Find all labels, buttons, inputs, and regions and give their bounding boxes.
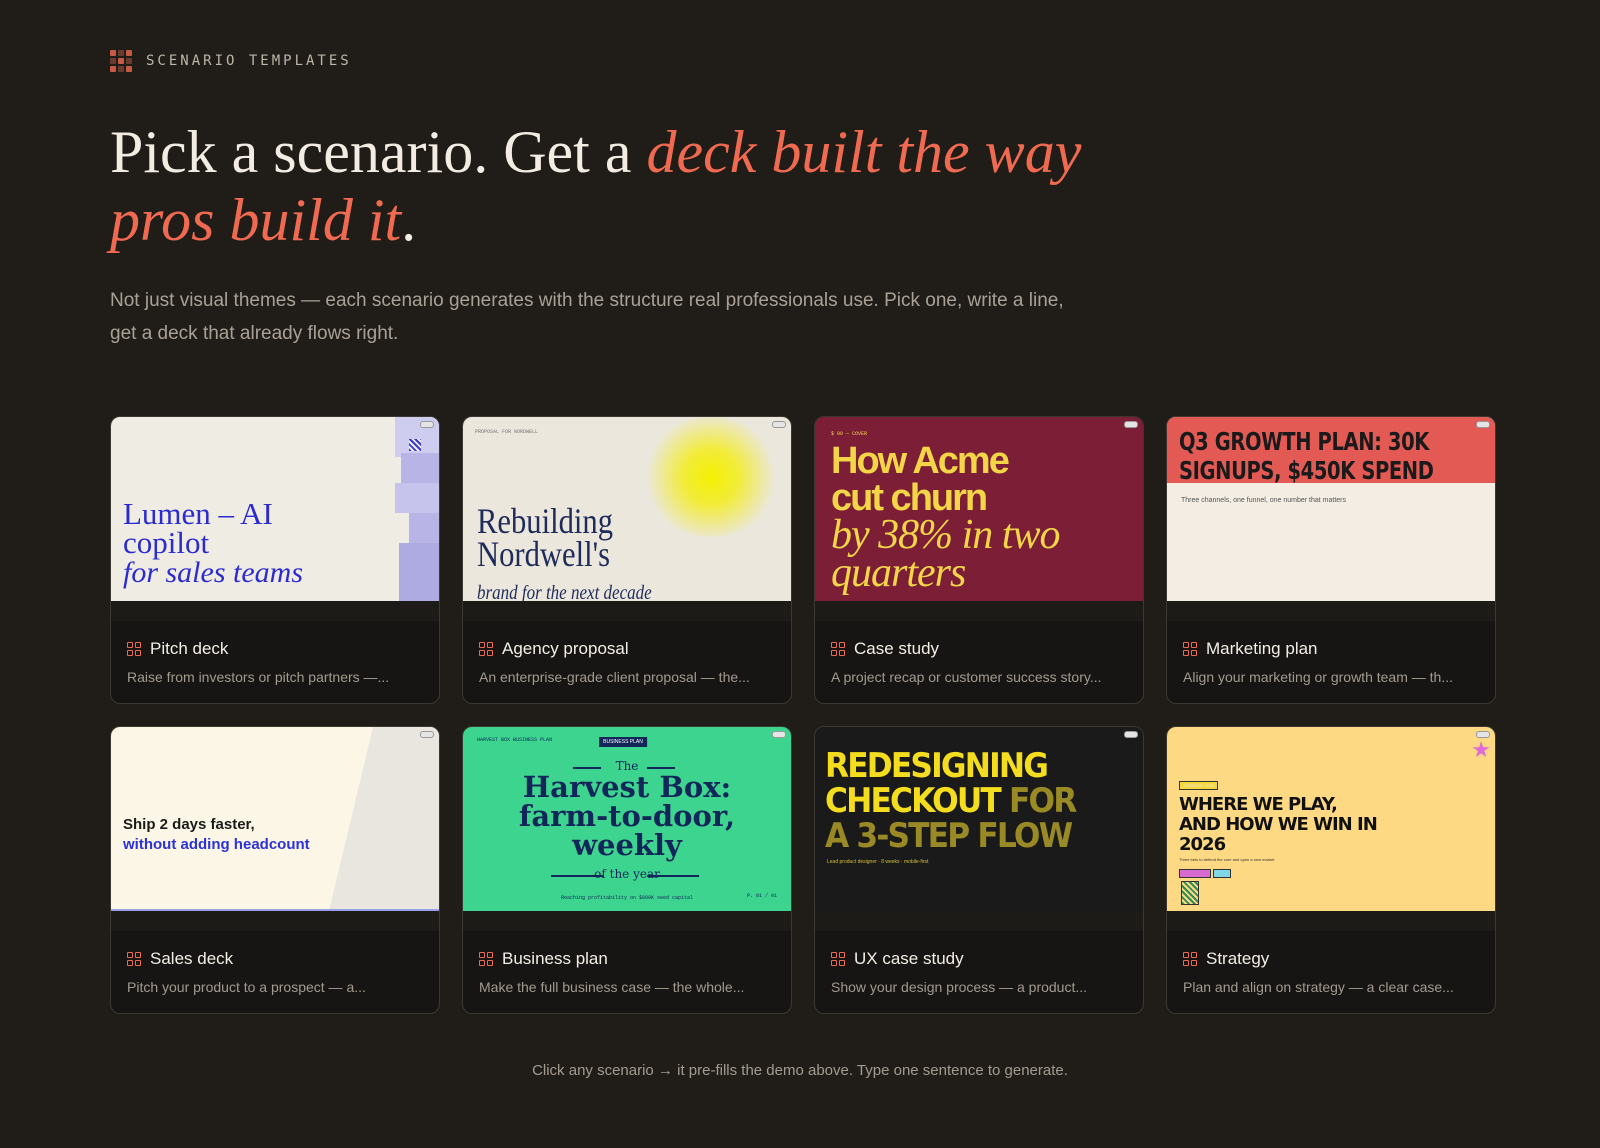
pill-icon <box>772 731 786 738</box>
scenario-card-business-plan[interactable]: HARVEST BOX BUSINESS PLAN BUSINESS PLAN … <box>462 726 792 1014</box>
preview-subtitle: Three channels, one funnel, one number t… <box>1181 497 1346 504</box>
section-eyebrow: SCENARIO TEMPLATES <box>110 50 352 72</box>
preview-tag: STRATEGY 2026 <box>1179 781 1219 790</box>
card-title: Marketing plan <box>1206 639 1318 658</box>
card-title: Strategy <box>1206 949 1270 968</box>
marketing-plan-preview: Q3 GROWTH PLAN: 30K SIGNUPS, $450K SPEND… <box>1167 417 1495 601</box>
preview-title: How Acme cut churn by 38% in two quarter… <box>831 440 1060 596</box>
page-headline: Pick a scenario. Get a deck built the wa… <box>110 118 1110 254</box>
preview-title: Harvest Box: farm-to-door, weekly <box>518 770 736 862</box>
scenario-card-ux-case-study[interactable]: REDESIGNING CHECKOUT FOR A 3-STEP FLOW L… <box>814 726 1144 1014</box>
grid-icon <box>1183 952 1197 966</box>
pill-icon <box>420 731 434 738</box>
footer-note: Click any scenario → it pre-fills the de… <box>532 1062 1068 1079</box>
preview-bottom: of the year <box>594 867 660 881</box>
scenario-card-strategy[interactable]: STRATEGY 2026 ★ WHERE WE PLAY, AND HOW W… <box>1166 726 1496 1014</box>
pitch-deck-preview: Lumen – AI copilot for sales teams <box>111 417 439 601</box>
agency-proposal-preview: PROPOSAL FOR NORDWELL Rebuilding Nordwel… <box>463 417 791 601</box>
grid-icon <box>831 952 845 966</box>
scenario-grid: Lumen – AI copilot for sales teams Pitch… <box>110 416 1496 1014</box>
preview-title: Rebuilding Nordwell's brand for the next… <box>477 501 652 601</box>
grid-icon <box>127 642 141 656</box>
preview-title: Lumen – AI copilot for sales teams <box>123 496 303 589</box>
ux-case-study-preview: REDESIGNING CHECKOUT FOR A 3-STEP FLOW L… <box>815 727 1143 911</box>
page-subtitle: Not just visual themes — each scenario g… <box>110 290 1064 344</box>
star-icon: ★ <box>1471 737 1491 762</box>
qr-pattern-icon <box>409 439 421 451</box>
card-description: An enterprise-grade client proposal — th… <box>479 669 750 685</box>
preview-badge: BUSINESS PLAN <box>599 737 647 747</box>
card-title: Pitch deck <box>150 639 229 658</box>
pill-icon <box>420 421 434 428</box>
scenario-card-pitch-deck[interactable]: Lumen – AI copilot for sales teams Pitch… <box>110 416 440 704</box>
grid-icon <box>831 642 845 656</box>
card-description: Show your design process — a product... <box>831 979 1088 995</box>
scenario-card-marketing-plan[interactable]: Q3 GROWTH PLAN: 30K SIGNUPS, $450K SPEND… <box>1166 416 1496 704</box>
sun-gradient <box>641 417 781 537</box>
card-title: UX case study <box>854 949 964 968</box>
scenario-card-sales-deck[interactable]: Ship 2 days faster, without adding headc… <box>110 726 440 1014</box>
card-title: Agency proposal <box>502 639 629 658</box>
headline-end: . <box>401 187 417 253</box>
preview-title: REDESIGNING CHECKOUT FOR A 3-STEP FLOW <box>825 746 1077 856</box>
card-title: Business plan <box>502 949 608 968</box>
headline-plain: Pick a scenario. Get a <box>110 119 647 185</box>
preview-title: Ship 2 days faster, without adding headc… <box>123 816 310 853</box>
preview-eyebrow: PROPOSAL FOR NORDWELL <box>475 429 539 435</box>
preview-subtitle: Lead product designer · 8 weeks · mobile… <box>827 859 929 865</box>
pill-icon <box>772 421 786 428</box>
card-title: Case study <box>854 639 940 658</box>
sales-deck-preview: Ship 2 days faster, without adding headc… <box>111 727 439 911</box>
preview-subtitle: Reaching profitability on $800K seed cap… <box>560 895 694 901</box>
pill-icon <box>1124 421 1138 428</box>
pill-icon <box>1476 421 1490 428</box>
preview-subtitle: Three bets to defend the core and open a… <box>1179 857 1275 862</box>
grid-icon <box>127 952 141 966</box>
card-description: Raise from investors or pitch partners —… <box>127 669 390 685</box>
card-description: A project recap or customer success stor… <box>831 669 1102 685</box>
scenario-card-agency-proposal[interactable]: PROPOSAL FOR NORDWELL Rebuilding Nordwel… <box>462 416 792 704</box>
case-study-preview: $ 00 — COVER How Acme cut churn by 38% i… <box>815 417 1143 601</box>
preview-page: P. 01 / 01 <box>746 893 777 899</box>
scenario-card-case-study[interactable]: $ 00 — COVER How Acme cut churn by 38% i… <box>814 416 1144 704</box>
grid-icon <box>479 642 493 656</box>
grid-icon <box>479 952 493 966</box>
card-title: Sales deck <box>150 949 234 968</box>
preview-title: Q3 GROWTH PLAN: 30K SIGNUPS, $450K SPEND <box>1179 427 1434 485</box>
pill-icon <box>1476 731 1490 738</box>
card-description: Align your marketing or growth team — th… <box>1183 669 1453 685</box>
card-description: Make the full business case — the whole.… <box>479 979 745 995</box>
grey-shade <box>329 727 439 911</box>
preview-title: WHERE WE PLAY, AND HOW WE WIN IN 2026 <box>1179 794 1378 855</box>
hatch-sticker-icon <box>1181 881 1199 905</box>
dots-logo-icon <box>110 50 132 72</box>
preview-eyebrow: HARVEST BOX BUSINESS PLAN <box>477 737 553 743</box>
card-description: Plan and align on strategy — a clear cas… <box>1183 979 1454 995</box>
strategy-preview: STRATEGY 2026 ★ WHERE WE PLAY, AND HOW W… <box>1167 727 1495 911</box>
eyebrow-label: SCENARIO TEMPLATES <box>146 53 352 69</box>
preview-eyebrow: $ 00 — COVER <box>831 431 868 437</box>
pill-icon <box>1124 731 1138 738</box>
business-plan-preview: HARVEST BOX BUSINESS PLAN BUSINESS PLAN … <box>463 727 791 911</box>
grid-icon <box>1183 642 1197 656</box>
card-description: Pitch your product to a prospect — a... <box>127 979 366 995</box>
